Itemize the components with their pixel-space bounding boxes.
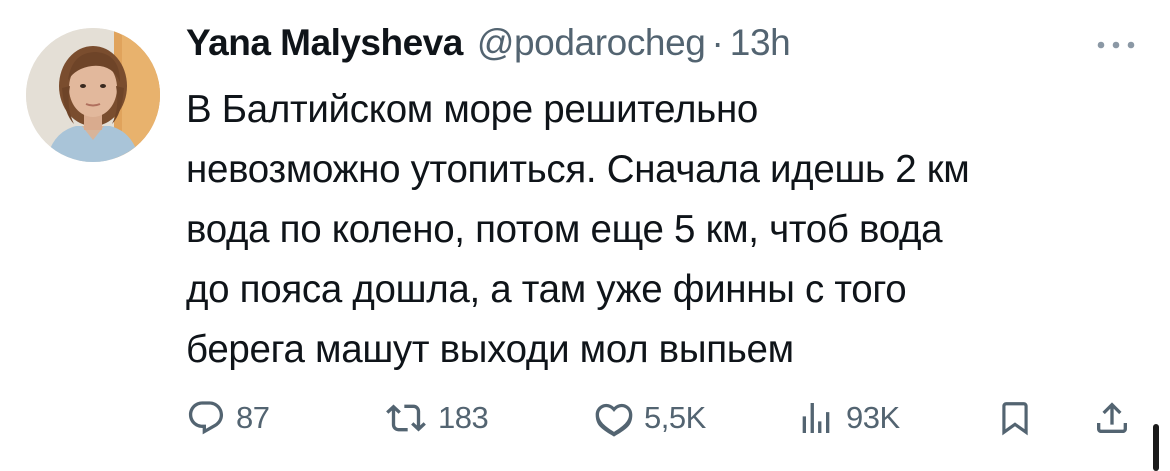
views-count: 93K	[846, 400, 900, 435]
views-button[interactable]: 93K	[796, 394, 900, 442]
reply-button[interactable]: 87	[186, 394, 270, 442]
action-bar: 87 183 5,5K 93K	[186, 394, 1146, 442]
header-separator: ·	[711, 22, 724, 63]
like-count: 5,5K	[644, 400, 706, 435]
author-handle[interactable]: @podarocheg	[477, 22, 706, 64]
retweet-count: 183	[438, 400, 489, 435]
retweet-arrows-icon	[386, 404, 426, 432]
retweet-button[interactable]: 183	[384, 394, 489, 442]
tweet-header: Yana Malysheva @podarocheg · 13h	[186, 22, 791, 78]
bar-chart-icon	[802, 403, 830, 433]
more-horizontal-icon	[1097, 41, 1135, 49]
share-upload-icon	[1097, 402, 1127, 433]
more-options-button[interactable]	[1090, 30, 1142, 60]
tweet-text: В Балтийском море решительно невозможно …	[186, 88, 970, 371]
avatar[interactable]	[26, 28, 160, 162]
tweet-timestamp[interactable]: 13h	[730, 22, 791, 64]
like-button[interactable]: 5,5K	[594, 394, 706, 442]
share-button[interactable]	[1092, 394, 1132, 442]
bookmark-icon	[1002, 402, 1028, 436]
tweet[interactable]: Yana Malysheva @podarocheg · 13h В Балти…	[0, 0, 1170, 471]
heart-icon	[595, 403, 633, 437]
avatar-photo	[26, 28, 160, 162]
reply-count: 87	[236, 400, 270, 435]
reply-bubble-icon	[188, 401, 224, 435]
author-display-name[interactable]: Yana Malysheva	[186, 22, 463, 64]
bookmark-button[interactable]	[996, 394, 1034, 442]
scrollbar[interactable]	[1153, 424, 1159, 471]
